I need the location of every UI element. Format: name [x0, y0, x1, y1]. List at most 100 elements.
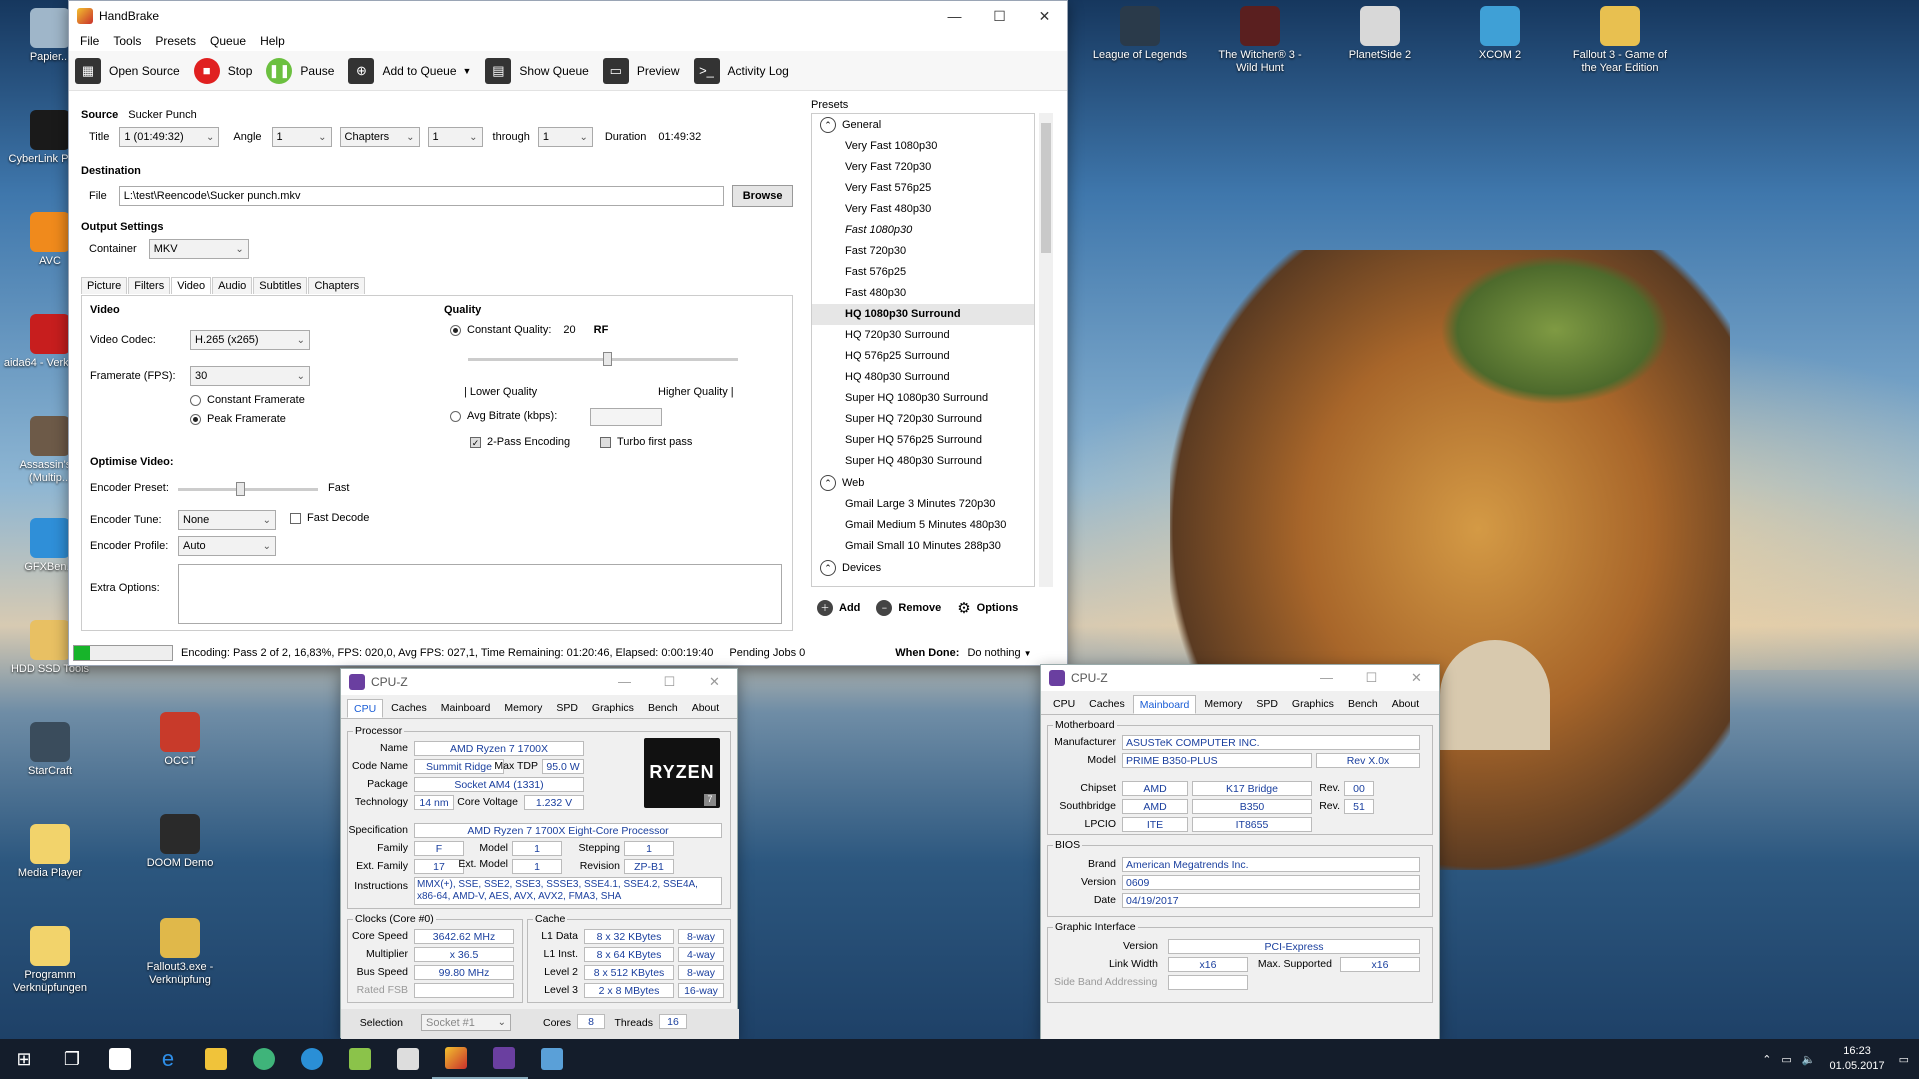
close-icon[interactable]: ✕: [1394, 665, 1439, 691]
activity-log-button[interactable]: >_ Activity Log: [693, 57, 789, 84]
tab-bench[interactable]: Bench: [642, 699, 684, 718]
preset-item[interactable]: Fast 576p25: [812, 262, 1034, 283]
close-icon[interactable]: ✕: [1022, 1, 1067, 31]
taskbar-cpuz[interactable]: [480, 1039, 528, 1079]
constant-quality-radio[interactable]: Constant Quality: 20 RF: [450, 324, 608, 336]
taskbar-explorer[interactable]: [192, 1039, 240, 1079]
quality-slider[interactable]: [468, 352, 738, 366]
preset-item[interactable]: Very Fast 720p30: [812, 157, 1034, 178]
file-path-input[interactable]: L:\test\Reencode\Sucker punch.mkv: [118, 186, 724, 206]
preset-item[interactable]: Very Fast 1080p30: [812, 136, 1034, 157]
handbrake-titlebar[interactable]: HandBrake — ☐ ✕: [69, 1, 1067, 31]
tab-memory[interactable]: Memory: [1198, 695, 1248, 714]
menu-help[interactable]: Help: [260, 34, 285, 48]
add-to-queue-button[interactable]: ⊕ Add to Queue ▼: [348, 57, 472, 84]
range-mode-select[interactable]: Chapters: [339, 127, 420, 147]
start-button[interactable]: ⊞: [0, 1039, 48, 1079]
preset-group[interactable]: ⌃ Web: [812, 472, 1034, 494]
encoder-preset-slider[interactable]: [178, 482, 318, 496]
turbo-first-pass-checkbox[interactable]: Turbo first pass: [600, 436, 692, 448]
desktop-icon[interactable]: Fallout 3 - Game of the Year Edition: [1570, 6, 1670, 75]
chevron-up-icon[interactable]: ⌃: [1762, 1053, 1771, 1066]
taskbar-edge[interactable]: e: [144, 1039, 192, 1079]
tab-spd[interactable]: SPD: [1250, 695, 1284, 714]
preset-item[interactable]: Very Fast 576p25: [812, 178, 1034, 199]
preset-item[interactable]: Fast 720p30: [812, 241, 1034, 262]
tab-cpu[interactable]: CPU: [347, 699, 384, 718]
preset-item[interactable]: Super HQ 576p25 Surround: [812, 430, 1034, 451]
preset-item[interactable]: HQ 1080p30 Surround: [812, 304, 1034, 325]
tab-spd[interactable]: SPD: [550, 699, 584, 718]
tab-bench[interactable]: Bench: [1342, 695, 1384, 714]
tab-audio[interactable]: Audio: [212, 277, 253, 294]
presets-scrollbar[interactable]: [1039, 113, 1053, 587]
tab-subtitles[interactable]: Subtitles: [253, 277, 308, 294]
notification-icon[interactable]: ▭: [1899, 1053, 1909, 1066]
range-start-select[interactable]: 1: [427, 127, 483, 147]
desktop-icon[interactable]: League of Legends: [1090, 6, 1190, 62]
constant-framerate-radio[interactable]: Constant Framerate: [190, 394, 305, 406]
preset-item[interactable]: Gmail Large 3 Minutes 720p30: [812, 494, 1034, 515]
desktop-icon[interactable]: PlanetSide 2: [1330, 6, 1430, 62]
preset-group[interactable]: ⌃ Devices: [812, 557, 1034, 579]
tab-mainboard[interactable]: Mainboard: [1132, 695, 1197, 714]
video-codec-select[interactable]: H.265 (x265): [190, 330, 310, 350]
slider-thumb[interactable]: [603, 352, 613, 366]
menu-file[interactable]: File: [80, 34, 99, 48]
preset-item[interactable]: Fast 480p30: [812, 283, 1034, 304]
options-button[interactable]: ⚙ Options: [957, 599, 1018, 617]
extra-options-input[interactable]: [178, 564, 782, 624]
framerate-select[interactable]: 30: [190, 366, 310, 386]
cpuz-titlebar[interactable]: CPU-Z — ☐ ✕: [341, 669, 737, 695]
stop-button[interactable]: ■ Stop: [193, 57, 252, 84]
show-queue-button[interactable]: ▤ Show Queue: [485, 57, 589, 84]
menu-tools[interactable]: Tools: [113, 34, 141, 48]
desktop-icon[interactable]: The Witcher® 3 - Wild Hunt: [1210, 6, 1310, 75]
preset-item[interactable]: Super HQ 720p30 Surround: [812, 409, 1034, 430]
task-view-button[interactable]: ❐: [48, 1039, 96, 1079]
desktop-icon[interactable]: DOOM Demo: [130, 814, 230, 870]
preset-item[interactable]: Gmail Small 10 Minutes 288p30: [812, 536, 1034, 557]
preset-item[interactable]: Gmail Medium 5 Minutes 480p30: [812, 515, 1034, 536]
encoder-tune-select[interactable]: None: [178, 510, 276, 530]
close-icon[interactable]: ✕: [692, 669, 737, 695]
slider-thumb[interactable]: [236, 482, 245, 496]
tab-caches[interactable]: Caches: [1083, 695, 1131, 714]
chevron-down-icon[interactable]: ▼: [463, 66, 472, 76]
tab-mainboard[interactable]: Mainboard: [435, 699, 497, 718]
tab-caches[interactable]: Caches: [385, 699, 433, 718]
tab-cpu[interactable]: CPU: [1047, 695, 1081, 714]
desktop-icon[interactable]: Fallout3.exe - Verknüpfung: [130, 918, 230, 987]
preset-item[interactable]: HQ 720p30 Surround: [812, 325, 1034, 346]
taskbar-mail[interactable]: [384, 1039, 432, 1079]
cpuz-titlebar[interactable]: CPU-Z — ☐ ✕: [1041, 665, 1439, 691]
desktop-icon[interactable]: OCCT: [130, 712, 230, 768]
desktop-icon[interactable]: Programm Verknüpfungen: [0, 926, 100, 995]
menu-presets[interactable]: Presets: [155, 34, 196, 48]
title-select[interactable]: 1 (01:49:32): [119, 127, 220, 147]
add-preset-button[interactable]: ＋ Add: [817, 597, 860, 619]
preset-item[interactable]: HQ 576p25 Surround: [812, 346, 1034, 367]
chevron-down-icon[interactable]: ▼: [1024, 649, 1032, 658]
range-end-select[interactable]: 1: [537, 127, 593, 147]
socket-select[interactable]: Socket #1: [421, 1014, 511, 1031]
avg-bitrate-radio[interactable]: Avg Bitrate (kbps):: [450, 410, 557, 422]
desktop-icon[interactable]: StarCraft: [0, 722, 100, 778]
minimize-icon[interactable]: —: [932, 1, 977, 31]
two-pass-checkbox[interactable]: ✓ 2-Pass Encoding: [470, 436, 570, 448]
clock[interactable]: 16:23 01.05.2017: [1830, 1044, 1885, 1074]
tab-about[interactable]: About: [1386, 695, 1425, 714]
tab-video[interactable]: Video: [171, 277, 212, 294]
preset-item[interactable]: Super HQ 480p30 Surround: [812, 451, 1034, 472]
menu-queue[interactable]: Queue: [210, 34, 246, 48]
taskbar-music[interactable]: [240, 1039, 288, 1079]
minimize-icon[interactable]: —: [1304, 665, 1349, 691]
fast-decode-checkbox[interactable]: Fast Decode: [290, 512, 369, 524]
peak-framerate-radio[interactable]: Peak Framerate: [190, 413, 286, 425]
taskbar-calc[interactable]: [336, 1039, 384, 1079]
tab-filters[interactable]: Filters: [128, 277, 171, 294]
maximize-icon[interactable]: ☐: [647, 669, 692, 695]
taskbar-app[interactable]: [288, 1039, 336, 1079]
tab-chapters[interactable]: Chapters: [308, 277, 366, 294]
tab-graphics[interactable]: Graphics: [586, 699, 640, 718]
